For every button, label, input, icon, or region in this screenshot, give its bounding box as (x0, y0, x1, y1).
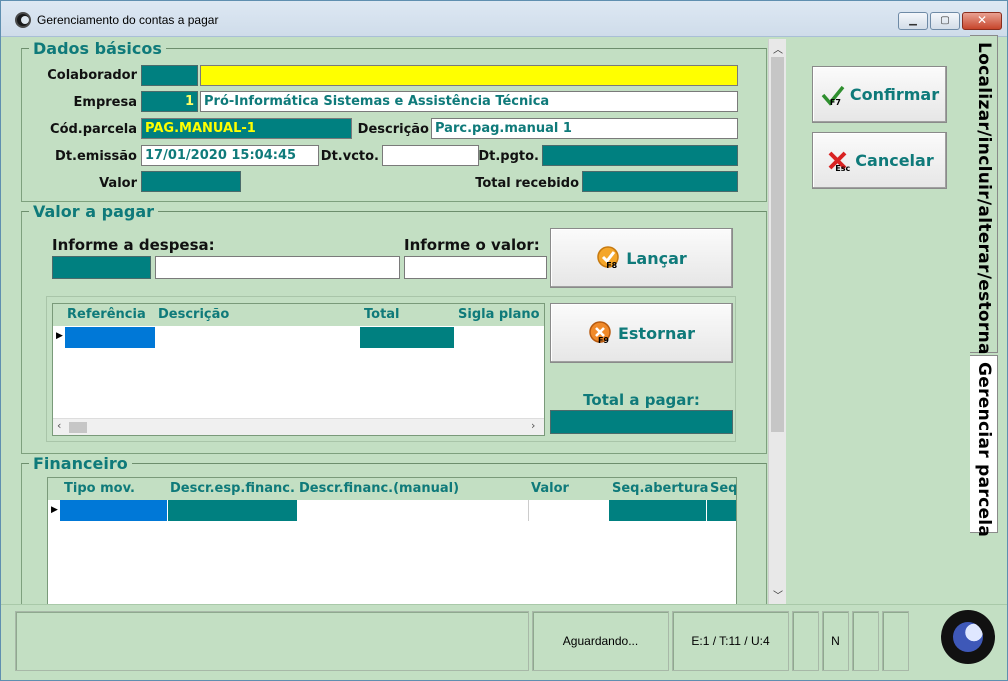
dt-emissao-field[interactable]: 17/01/2020 15:04:45 (141, 145, 319, 166)
empresa-label: Empresa (73, 95, 137, 110)
col-seq-abertura[interactable]: Seq.abertura (612, 481, 708, 496)
status-panel-blank-1 (792, 611, 819, 671)
title-bar: Gerenciamento do contas a pagar ▁ ▢ ✕ (1, 1, 1007, 37)
total-a-pagar-field (550, 410, 733, 434)
financeiro-grid-header: Tipo mov. Descr.esp.financ. Descr.financ… (48, 478, 736, 500)
valor-input-label: Informe o valor: (404, 236, 540, 254)
financeiro-grid[interactable]: Tipo mov. Descr.esp.financ. Descr.financ… (47, 477, 737, 604)
close-button[interactable]: ✕ (962, 12, 1002, 30)
table-row[interactable] (65, 327, 155, 348)
status-counts: E:1 / T:11 / U:4 (672, 611, 789, 671)
confirmar-button[interactable]: F7 Confirmar (812, 66, 947, 123)
lancar-button[interactable]: F8 Lançar (550, 228, 733, 288)
table-row[interactable] (60, 500, 167, 521)
despesa-label: Informe a despesa: (52, 236, 215, 254)
col-descricao[interactable]: Descrição (158, 307, 229, 322)
scroll-down-icon[interactable]: ﹀ (772, 587, 784, 602)
lancamentos-grid-header: Referência Descrição Total Sigla plano c (53, 304, 544, 326)
app-logo-icon (15, 12, 31, 28)
valor-input-field[interactable] (404, 256, 547, 279)
status-mode: N (822, 611, 849, 671)
dt-vcto-label: Dt.vcto. (320, 149, 379, 164)
cancelar-label: Cancelar (855, 151, 934, 170)
content-vscroll[interactable]: ︿ ﹀ (768, 39, 786, 604)
colaborador-label: Colaborador (47, 68, 137, 83)
row-indicator-icon: ▶ (51, 505, 58, 515)
col-tipo-mov[interactable]: Tipo mov. (64, 481, 135, 496)
table-row-total-cell[interactable] (360, 327, 454, 348)
scroll-right-icon[interactable]: › (531, 419, 535, 432)
table-row-seq-abertura-cell[interactable] (609, 500, 706, 521)
estornar-label: Estornar (617, 323, 696, 343)
dt-vcto-field[interactable] (382, 145, 479, 166)
estornar-icon: F9 (588, 320, 614, 346)
table-row-seq-cell[interactable] (707, 500, 736, 521)
dados-basicos-title: Dados básicos (29, 39, 166, 58)
scroll-thumb[interactable] (69, 422, 87, 433)
main-window: Gerenciamento do contas a pagar ▁ ▢ ✕ Da… (0, 0, 1008, 681)
lancar-icon: F8 (596, 245, 622, 271)
lancamentos-hscroll[interactable]: ‹ › (53, 418, 544, 435)
content-area: Dados básicos Colaborador Empresa 1 Pró-… (15, 39, 787, 604)
descricao-field[interactable]: Parc.pag.manual 1 (431, 118, 738, 139)
valor-a-pagar-title: Valor a pagar (29, 202, 158, 221)
dt-pgto-field[interactable] (542, 145, 738, 166)
status-bar: Aguardando... E:1 / T:11 / U:4 N (1, 604, 1007, 680)
dt-pgto-label: Dt.pgto. (478, 149, 539, 164)
estornar-button[interactable]: F9 Estornar (550, 303, 733, 363)
despesa-code-field[interactable] (52, 256, 151, 279)
valor-label: Valor (99, 176, 137, 191)
cod-parcela-label: Cód.parcela (50, 122, 137, 137)
col-descr-esp-financ[interactable]: Descr.esp.financ. (170, 481, 295, 496)
maximize-button[interactable]: ▢ (930, 12, 960, 30)
colaborador-code-field[interactable] (141, 65, 198, 86)
row-indicator-icon: ▶ (56, 331, 63, 341)
window-title: Gerenciamento do contas a pagar (37, 13, 219, 27)
minimize-button[interactable]: ▁ (898, 12, 928, 30)
empresa-name-field[interactable]: Pró-Informática Sistemas e Assistência T… (200, 91, 738, 112)
status-panel-main (15, 611, 529, 671)
scroll-thumb[interactable] (771, 57, 784, 432)
col-seq[interactable]: Seq (710, 481, 736, 496)
empresa-code-field[interactable]: 1 (141, 91, 198, 112)
despesa-desc-field[interactable] (155, 256, 400, 279)
cancelar-button[interactable]: Esc Cancelar (812, 132, 947, 189)
colaborador-name-field[interactable] (200, 65, 738, 86)
table-row-divider (528, 500, 529, 521)
total-recebido-field[interactable] (582, 171, 738, 192)
confirmar-label: Confirmar (849, 85, 940, 104)
tab-gerenciar-parcela-label: Gerenciar parcela (974, 362, 994, 538)
lancar-label: Lançar (626, 248, 687, 268)
scroll-left-icon[interactable]: ‹ (57, 419, 61, 432)
check-icon: F7 (820, 82, 846, 108)
tab-localizar-label: Localizar/incluir/alterar/estornar (974, 42, 994, 364)
status-text: Aguardando... (532, 611, 669, 671)
brand-logo-icon (941, 610, 995, 664)
total-recebido-label: Total recebido (475, 176, 579, 191)
col-sigla-plano[interactable]: Sigla plano c (458, 307, 544, 322)
cod-parcela-field[interactable]: PAG.MANUAL-1 (141, 118, 352, 139)
status-panel-blank-2 (852, 611, 879, 671)
tab-gerenciar-parcela[interactable]: Gerenciar parcela (970, 355, 998, 537)
tab-localizar[interactable]: Localizar/incluir/alterar/estornar (970, 35, 998, 363)
total-a-pagar-label: Total a pagar: (583, 391, 700, 409)
scroll-up-icon[interactable]: ︿ (772, 41, 784, 56)
col-total[interactable]: Total (364, 307, 400, 322)
valor-field[interactable] (141, 171, 241, 192)
financeiro-title: Financeiro (29, 454, 132, 473)
status-panel-blank-3 (882, 611, 909, 671)
cancel-x-icon: Esc (825, 148, 851, 174)
col-valor[interactable]: Valor (531, 481, 569, 496)
dt-emissao-label: Dt.emissão (55, 149, 137, 164)
lancamentos-grid[interactable]: Referência Descrição Total Sigla plano c… (52, 303, 545, 436)
descricao-label: Descrição (357, 122, 429, 137)
col-descr-financ-manual[interactable]: Descr.financ.(manual) (299, 481, 459, 496)
table-row-descr-esp-cell[interactable] (168, 500, 297, 521)
col-referencia[interactable]: Referência (67, 307, 146, 322)
